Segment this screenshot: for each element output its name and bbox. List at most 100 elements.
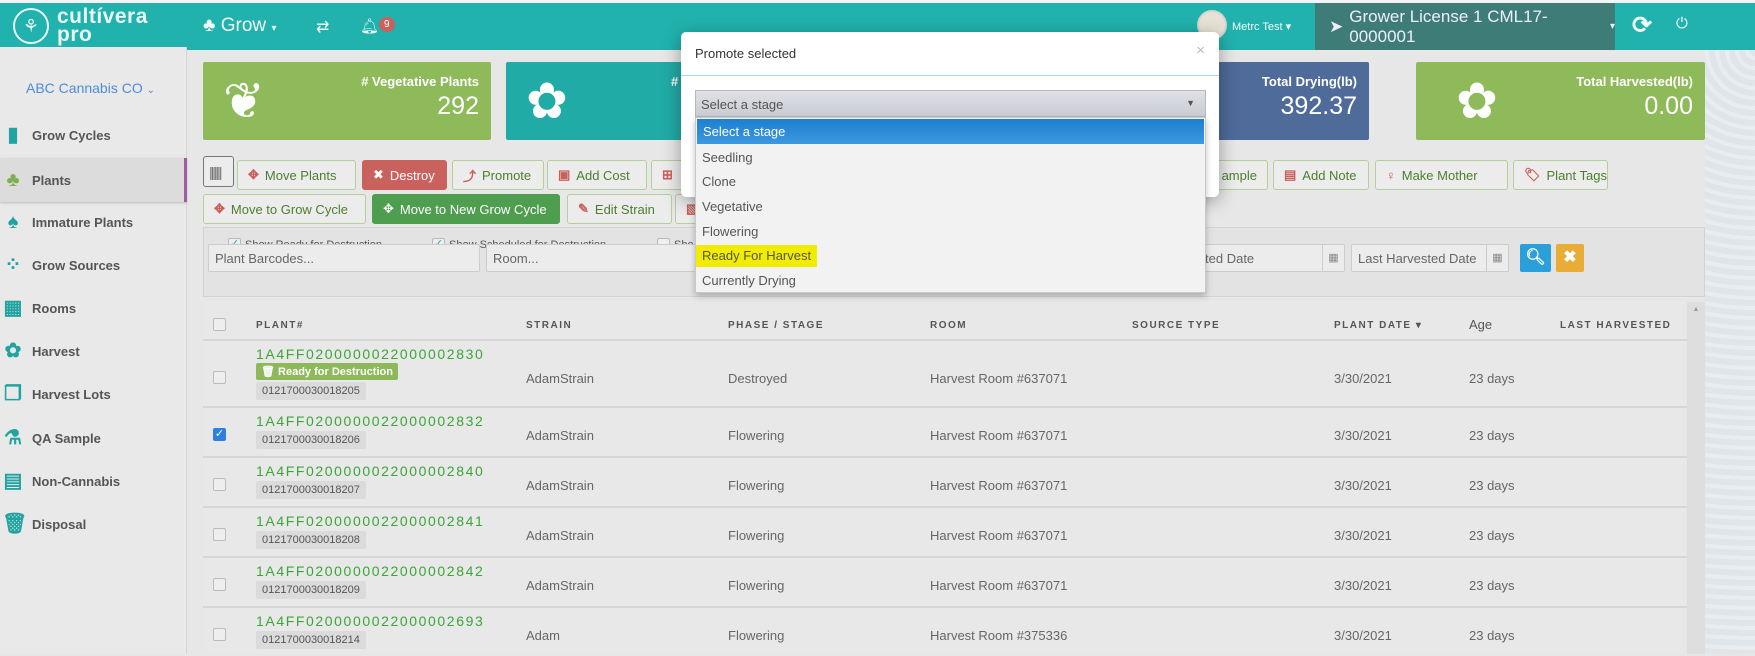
company-selector[interactable]: ABC Cannabis CO ⌄ (26, 80, 155, 96)
room-cell: Harvest Room #637071 (930, 578, 1068, 593)
sidebar-item-harvest[interactable]: ✿ Harvest (0, 331, 187, 371)
female-icon: ♀ (1386, 167, 1396, 183)
table-row[interactable]: ✓ 1A4FF0200000022000002832 0121700030018… (203, 406, 1687, 456)
power-icon[interactable]: ⏻ (1676, 15, 1688, 32)
sidebar-item-plants[interactable]: ♣ Plants (0, 158, 187, 202)
plant-id-link[interactable]: 1A4FF0200000022000002841 (256, 513, 484, 529)
col-stage[interactable]: PHASE / STAGE (728, 320, 824, 331)
table-row[interactable]: 1A4FF0200000022000002840 012170003001820… (203, 456, 1687, 506)
move-to-new-grow-cycle-button[interactable]: ✥ Move to New Grow Cycle (372, 194, 560, 224)
move-to-grow-cycle-button[interactable]: ✥ Move to Grow Cycle (203, 194, 366, 224)
room-cell: Harvest Room #637071 (930, 528, 1068, 543)
scrollbar[interactable]: ▲ (1687, 302, 1705, 654)
close-icon: ✖ (1563, 249, 1577, 266)
sidebar-item-grow-cycles[interactable]: ▮ Grow Cycles (0, 115, 187, 155)
sort-desc-icon: ▾ (1415, 320, 1423, 331)
refresh-icon[interactable]: ⟳ (1632, 11, 1652, 40)
plant-id-link[interactable]: 1A4FF0200000022000002832 (256, 413, 484, 429)
trash-icon: 🗑︎ (261, 366, 275, 378)
close-icon[interactable]: × (1196, 42, 1205, 59)
move-icon: ✥ (214, 201, 225, 216)
stage-option[interactable]: Currently Drying (696, 268, 1205, 293)
strain-cell: AdamStrain (526, 371, 594, 386)
tree-icon: ♣ (6, 169, 20, 191)
col-source-type[interactable]: SOURCE TYPE (1132, 320, 1220, 331)
calendar-icon[interactable]: ▦ (1486, 245, 1508, 271)
col-plant[interactable]: PLANT# (256, 320, 304, 331)
module-menu[interactable]: ♣ Grow ▾ (203, 15, 276, 37)
table-row[interactable]: 1A4FF0200000022000002841 012170003001820… (203, 506, 1687, 556)
add-note-button[interactable]: ▤ Add Note (1273, 160, 1369, 190)
sidebar-item-qa-sample[interactable]: ⚗ QA Sample (0, 418, 187, 458)
table-row[interactable]: 1A4FF0200000022000002693 012170003001821… (203, 606, 1687, 656)
stage-select[interactable]: Select a stage ▼ (695, 90, 1206, 117)
row-checkbox[interactable] (213, 628, 226, 641)
search-button[interactable]: 🔍︎ (1520, 244, 1551, 272)
sidebar-item-non-cannabis[interactable]: ▤ Non-Cannabis (0, 461, 187, 501)
stage-option[interactable]: Flowering (696, 219, 1205, 244)
promote-button[interactable]: ⤴ Promote (452, 160, 544, 190)
edit-strain-button[interactable]: ✎ Edit Strain (567, 194, 672, 224)
barcode-scan-button[interactable]: ||||||| (203, 156, 234, 187)
plant-barcodes-input[interactable]: Plant Barcodes... (208, 244, 480, 272)
sidebar-item-disposal[interactable]: 🗑︎ Disposal (0, 504, 187, 544)
row-checkbox[interactable] (213, 371, 226, 384)
money-icon: ▣ (558, 167, 571, 182)
plant-id-link[interactable]: 1A4FF0200000022000002840 (256, 463, 484, 479)
sidebar-item-grow-sources[interactable]: ⁘ Grow Sources (0, 245, 187, 285)
strain-cell: AdamStrain (526, 428, 594, 443)
barcode-label: 0121700030018206 (256, 431, 366, 449)
destroy-button[interactable]: ✖ Destroy (362, 160, 447, 190)
box-icon: ▤ (3, 470, 23, 492)
switch-icon[interactable]: ⇄ (316, 17, 329, 37)
row-checkbox[interactable]: ✓ (213, 428, 226, 441)
age-cell: 23 days (1469, 478, 1515, 493)
sapling-icon: ♠ (7, 211, 19, 233)
plant-tags-button[interactable]: 🏷︎ Plant Tags (1513, 160, 1608, 190)
notifications-button[interactable]: 🔔︎ 9 (360, 17, 395, 35)
sidebar-item-harvest-lots[interactable]: ❐ Harvest Lots (0, 374, 187, 414)
select-all-checkbox[interactable] (213, 318, 226, 331)
stage-option[interactable]: Seedling (696, 145, 1205, 170)
plant-id-link[interactable]: 1A4FF0200000022000002842 (256, 563, 484, 579)
make-mother-button[interactable]: ♀ Make Mother (1375, 160, 1508, 190)
stage-cell: Flowering (728, 428, 785, 443)
add-cost-button[interactable]: ▣ Add Cost (547, 160, 647, 190)
logo[interactable]: ⚘ cultívera pro (13, 6, 148, 45)
notification-badge: 9 (379, 17, 395, 32)
plants-table: PLANT# STRAIN PHASE / STAGE ROOM SOURCE … (203, 302, 1687, 654)
location-arrow-icon: ➤ (1329, 16, 1344, 36)
row-checkbox[interactable] (213, 528, 226, 541)
col-plant-date[interactable]: PLANT DATE ▾ (1334, 320, 1422, 331)
trash-icon: 🗑︎ (2, 513, 28, 535)
row-checkbox[interactable] (213, 578, 226, 591)
plant-date-cell: 3/30/2021 (1334, 628, 1392, 643)
col-last-harvested[interactable]: LAST HARVESTED (1560, 320, 1671, 331)
stage-option[interactable]: Ready For Harvest (696, 243, 1205, 268)
license-selector[interactable]: ➤ Grower License 1 CML17-0000001 ▾ (1315, 3, 1615, 50)
table-row[interactable]: 1A4FF0200000022000002842 012170003001820… (203, 556, 1687, 606)
logo-icon: ⚘ (13, 8, 49, 44)
calendar-icon[interactable]: ▦ (1322, 245, 1344, 271)
sidebar-item-immature-plants[interactable]: ♠ Immature Plants (0, 202, 187, 242)
barcode-icon: ||||||| (209, 163, 223, 180)
stage-option[interactable]: Vegetative (696, 194, 1205, 219)
stage-option[interactable]: Select a stage (697, 119, 1204, 144)
vegetative-plants-card: ❦ # Vegetative Plants 292 (203, 62, 491, 140)
stage-option[interactable]: Clone (696, 169, 1205, 194)
last-harvested-date-input[interactable]: Last Harvested Date ▦ (1351, 244, 1509, 272)
plant-id-link[interactable]: 1A4FF0200000022000002693 (256, 613, 484, 629)
col-room[interactable]: ROOM (930, 320, 967, 331)
sidebar-item-rooms[interactable]: ▦ Rooms (0, 288, 187, 328)
barcode-label: 0121700030018214 (256, 631, 366, 649)
row-checkbox[interactable] (213, 478, 226, 491)
plant-id-link[interactable]: 1A4FF0200000022000002830 (256, 346, 484, 362)
col-strain[interactable]: STRAIN (526, 320, 572, 331)
clear-button[interactable]: ✖ (1556, 244, 1584, 272)
table-row[interactable]: 1A4FF0200000022000002830 🗑︎ Ready for De… (203, 339, 1687, 406)
stage-cell: Flowering (728, 528, 785, 543)
user-menu[interactable]: Metrc Test ▾ (1232, 20, 1291, 33)
bell-icon: 🔔︎ (360, 18, 380, 35)
col-age[interactable]: Age (1469, 317, 1492, 332)
move-plants-button[interactable]: ✥ Move Plants (237, 160, 356, 190)
